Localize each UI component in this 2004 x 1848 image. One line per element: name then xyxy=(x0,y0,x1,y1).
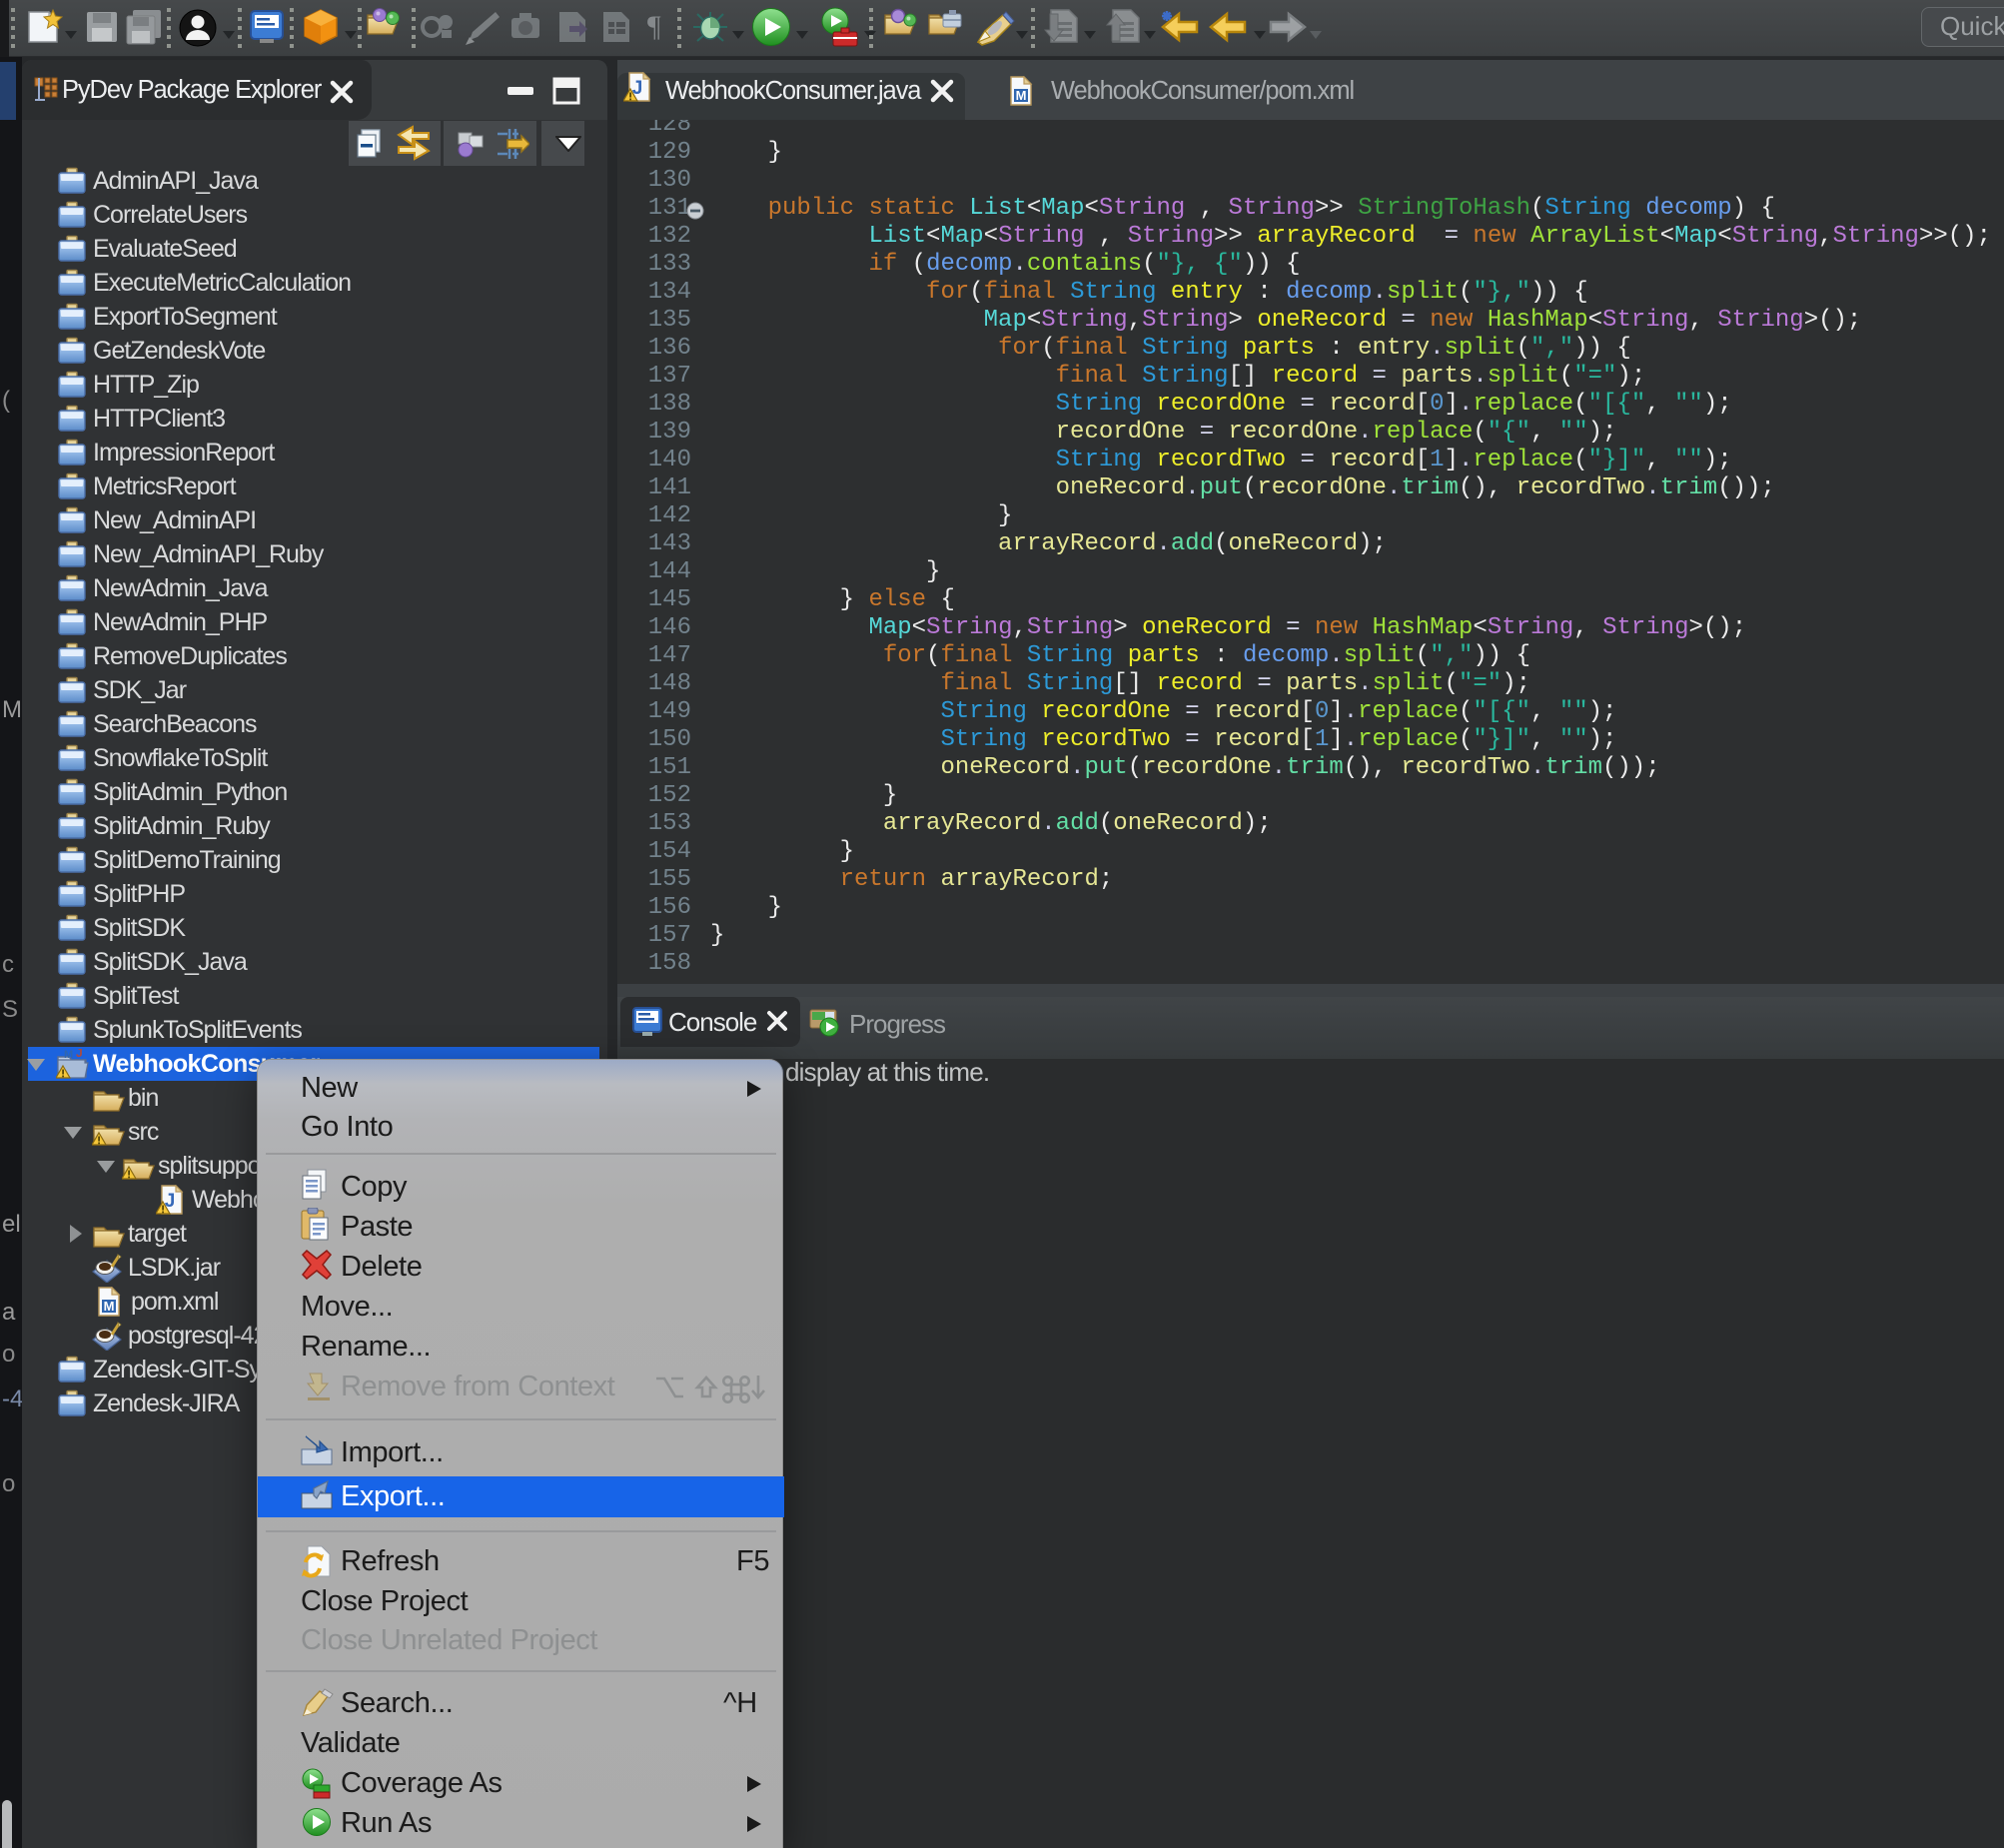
svg-text:M: M xyxy=(104,1299,115,1314)
svg-text:M: M xyxy=(1016,88,1027,103)
svg-text:J: J xyxy=(76,1049,83,1060)
svg-text:M: M xyxy=(64,1049,73,1061)
